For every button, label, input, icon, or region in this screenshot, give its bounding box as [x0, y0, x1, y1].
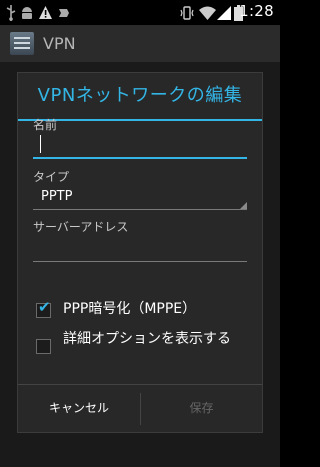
- ppp-encryption-checkbox[interactable]: ✔: [36, 298, 51, 318]
- signal-icon: [217, 4, 231, 21]
- advanced-options-label: 詳細オプションを表示する: [63, 331, 231, 347]
- type-spinner[interactable]: PPTP: [33, 186, 247, 210]
- save-button[interactable]: 保存: [141, 385, 262, 432]
- status-bar: 1:28: [0, 0, 280, 25]
- type-value: PPTP: [41, 189, 73, 204]
- action-bar: VPN: [0, 25, 280, 62]
- dialog-title: VPNネットワークの編集: [37, 85, 243, 106]
- name-field[interactable]: [33, 131, 247, 157]
- edit-vpn-dialog: VPNネットワークの編集 名前 タイプ PPTP サーバーアドレス ✔ PPP暗…: [17, 72, 263, 433]
- checkmark-icon: ✔: [38, 298, 51, 316]
- vibrate-icon: [179, 4, 195, 21]
- action-bar-title: VPN: [43, 34, 76, 53]
- spinner-arrow-icon: [240, 202, 247, 209]
- usb-icon: [6, 4, 16, 21]
- ppp-encryption-row[interactable]: ✔ PPP暗号化（MPPE）: [36, 299, 248, 320]
- server-address-label: サーバーアドレス: [33, 220, 129, 234]
- name-field-underline: [33, 157, 247, 159]
- type-label: タイプ: [33, 170, 70, 184]
- wifi-icon: [199, 4, 216, 21]
- cancel-button[interactable]: キャンセル: [18, 385, 140, 432]
- warning-icon: [38, 4, 53, 21]
- advanced-options-checkbox[interactable]: [36, 339, 51, 354]
- server-address-field[interactable]: [33, 235, 247, 261]
- status-time: 1:28: [239, 2, 274, 20]
- server-field-underline: [33, 261, 247, 262]
- advanced-options-row[interactable]: 詳細オプションを表示する: [36, 329, 248, 354]
- download-icon: [57, 4, 71, 21]
- android-debug-icon: [20, 4, 34, 21]
- ppp-encryption-label: PPP暗号化（MPPE）: [63, 301, 197, 317]
- dialog-button-bar: キャンセル 保存: [18, 384, 262, 432]
- vpn-settings-icon[interactable]: [10, 32, 34, 55]
